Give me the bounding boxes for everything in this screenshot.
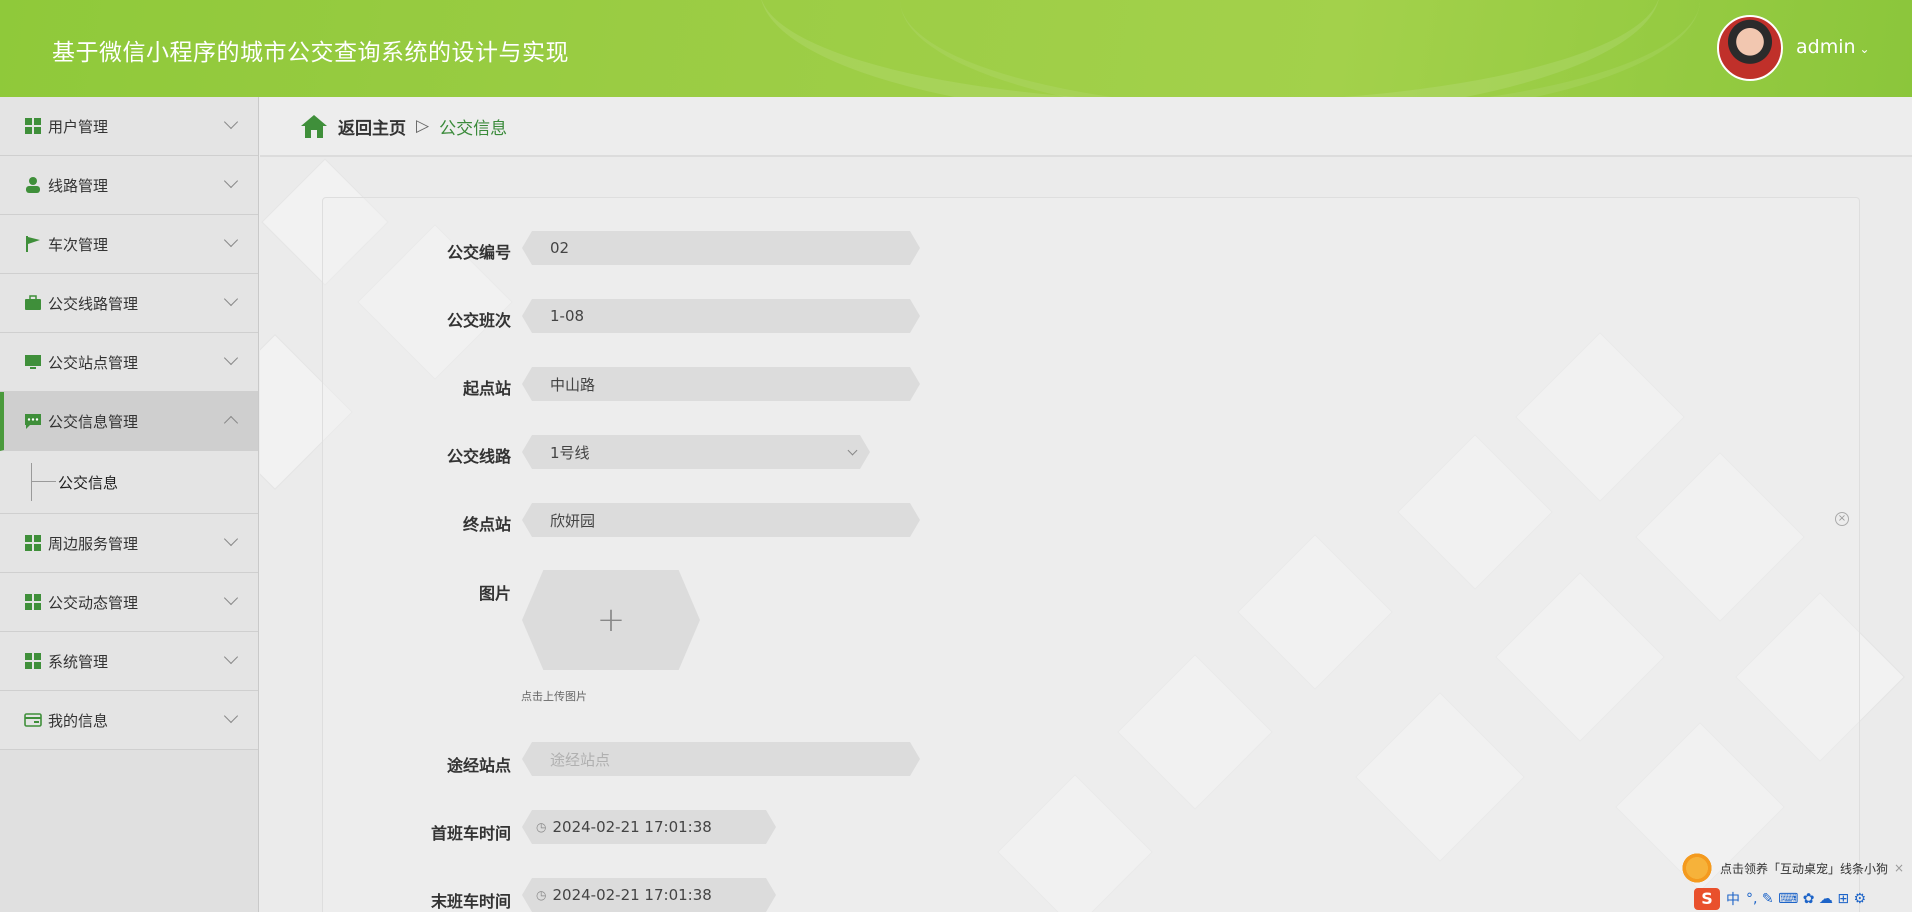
tree-line (32, 481, 56, 482)
bus-shift-input[interactable]: 1-08 (522, 299, 920, 333)
via-stations-label: 途经站点 (446, 756, 511, 775)
sidebar-item-nearby-service-management[interactable]: 周边服务管理 (0, 514, 258, 573)
card-icon (24, 711, 42, 729)
chevron-down-icon (223, 173, 239, 189)
sidebar-item-user-management[interactable]: 用户管理 (0, 97, 258, 156)
ime-toolbar[interactable]: S 中 °, ✎ ⌨ ✿ ☁ ⊞ ⚙ (1694, 886, 1912, 912)
pet-banner-text: 点击领养「互动桌宠」线条小狗 (1720, 861, 1889, 876)
close-icon[interactable]: × (1894, 861, 1904, 875)
chevron-down-icon: ⌄ (1859, 42, 1870, 56)
username: admin (1796, 36, 1856, 58)
sidebar-item-line-management[interactable]: 线路管理 (0, 156, 258, 215)
ime-symbols[interactable]: °, ✎ ⌨ ✿ ☁ ⊞ ⚙ (1746, 891, 1866, 907)
breadcrumb-separator: ▷ (416, 116, 430, 136)
image-label: 图片 (478, 584, 511, 603)
chevron-down-icon (223, 649, 239, 665)
bus-route-label: 公交线路 (446, 447, 511, 466)
grid-icon (24, 534, 42, 552)
user-icon (24, 176, 42, 194)
start-station-input[interactable]: 中山路 (522, 367, 920, 401)
via-stations-input[interactable]: 途经站点 (522, 742, 920, 776)
sidebar-item-bus-dynamics-management[interactable]: 公交动态管理 (0, 573, 258, 632)
last-bus-time-picker[interactable]: ◷ 2024-02-21 17:01:38 (522, 878, 776, 912)
start-station-value: 中山路 (550, 375, 596, 394)
clock-icon: ◷ (536, 888, 547, 902)
bus-number-input[interactable]: 02 (522, 231, 920, 265)
ime-logo-icon[interactable]: S (1694, 888, 1720, 910)
sidebar-item-label: 车次管理 (48, 235, 109, 254)
first-bus-time-picker[interactable]: ◷ 2024-02-21 17:01:38 (522, 810, 776, 844)
sidebar-item-label: 系统管理 (48, 652, 109, 671)
first-bus-time-label: 首班车时间 (430, 824, 511, 843)
sidebar-item-label: 公交线路管理 (48, 294, 139, 313)
last-bus-time-value: 2024-02-21 17:01:38 (552, 886, 712, 904)
chevron-down-icon (848, 446, 858, 456)
end-station-input[interactable]: 欣妍园 (522, 503, 920, 537)
sidebar-item-label: 线路管理 (48, 176, 109, 195)
sidebar: 用户管理 线路管理 车次管理 公交线路管理 公交站点管理 公交信息管理 公交信息… (0, 97, 259, 912)
sidebar-subitem-bus-info[interactable]: 公交信息 (0, 451, 258, 514)
plus-icon: + (596, 600, 626, 640)
grid-icon (24, 652, 42, 670)
via-stations-placeholder: 途经站点 (550, 750, 611, 769)
chevron-down-icon (223, 114, 239, 130)
header-decoration (900, 0, 1700, 97)
chevron-down-icon (223, 291, 239, 307)
bus-route-value: 1号线 (550, 443, 590, 462)
sidebar-item-bus-info-management[interactable]: 公交信息管理 (0, 392, 258, 451)
bus-number-value: 02 (550, 239, 570, 257)
end-station-label: 终点站 (462, 515, 511, 534)
sidebar-item-bus-route-management[interactable]: 公交线路管理 (0, 274, 258, 333)
image-upload[interactable]: + (522, 570, 700, 670)
sidebar-item-label: 公交动态管理 (48, 593, 139, 612)
clock-icon: ◷ (536, 820, 547, 834)
ime-mode[interactable]: 中 (1726, 889, 1740, 909)
end-station-value: 欣妍园 (550, 511, 596, 530)
tree-line (31, 463, 32, 501)
grid-icon (24, 593, 42, 611)
app-title: 基于微信小程序的城市公交查询系统的设计与实现 (52, 40, 569, 66)
chevron-down-icon (223, 590, 239, 606)
bus-shift-value: 1-08 (550, 307, 585, 325)
sidebar-subitem-label: 公交信息 (58, 474, 119, 492)
chat-icon (24, 412, 42, 430)
chevron-down-icon (223, 708, 239, 724)
first-bus-time-value: 2024-02-21 17:01:38 (552, 818, 712, 836)
avatar[interactable] (1717, 15, 1783, 81)
flag-icon (24, 235, 42, 253)
chevron-down-icon (223, 232, 239, 248)
bus-number-label: 公交编号 (446, 243, 511, 262)
sidebar-item-trip-management[interactable]: 车次管理 (0, 215, 258, 274)
last-bus-time-label: 末班车时间 (430, 892, 511, 911)
sidebar-item-label: 用户管理 (48, 117, 109, 136)
sidebar-item-label: 公交站点管理 (48, 353, 139, 372)
chevron-down-icon (223, 350, 239, 366)
chevron-up-icon (223, 415, 239, 431)
pet-banner[interactable]: 点击领养「互动桌宠」线条小狗 × (1680, 851, 1912, 885)
breadcrumb: 返回主页 ▷ 公交信息 (260, 97, 1912, 157)
grid-icon (24, 117, 42, 135)
bus-route-select[interactable]: 1号线 (522, 435, 870, 469)
start-station-label: 起点站 (462, 379, 511, 398)
sidebar-item-label: 周边服务管理 (48, 534, 139, 553)
sidebar-item-label: 我的信息 (48, 711, 109, 730)
upload-hint: 点击上传图片 (521, 690, 587, 703)
close-icon[interactable]: × (1835, 512, 1849, 526)
chevron-down-icon (223, 531, 239, 547)
home-icon[interactable] (300, 113, 328, 139)
sidebar-item-my-info[interactable]: 我的信息 (0, 691, 258, 750)
main-content: 返回主页 ▷ 公交信息 (260, 97, 1912, 912)
bus-shift-label: 公交班次 (446, 311, 511, 330)
monitor-icon (24, 353, 42, 371)
sidebar-item-label: 公交信息管理 (48, 412, 139, 431)
sun-icon (1680, 851, 1714, 885)
sidebar-item-system-management[interactable]: 系统管理 (0, 632, 258, 691)
breadcrumb-current: 公交信息 (439, 118, 508, 139)
breadcrumb-home-link[interactable]: 返回主页 (338, 114, 406, 139)
user-menu[interactable]: admin ⌄ (1796, 36, 1870, 58)
briefcase-icon (24, 294, 42, 312)
sidebar-item-bus-stop-management[interactable]: 公交站点管理 (0, 333, 258, 392)
top-header: 基于微信小程序的城市公交查询系统的设计与实现 admin ⌄ (0, 0, 1912, 97)
